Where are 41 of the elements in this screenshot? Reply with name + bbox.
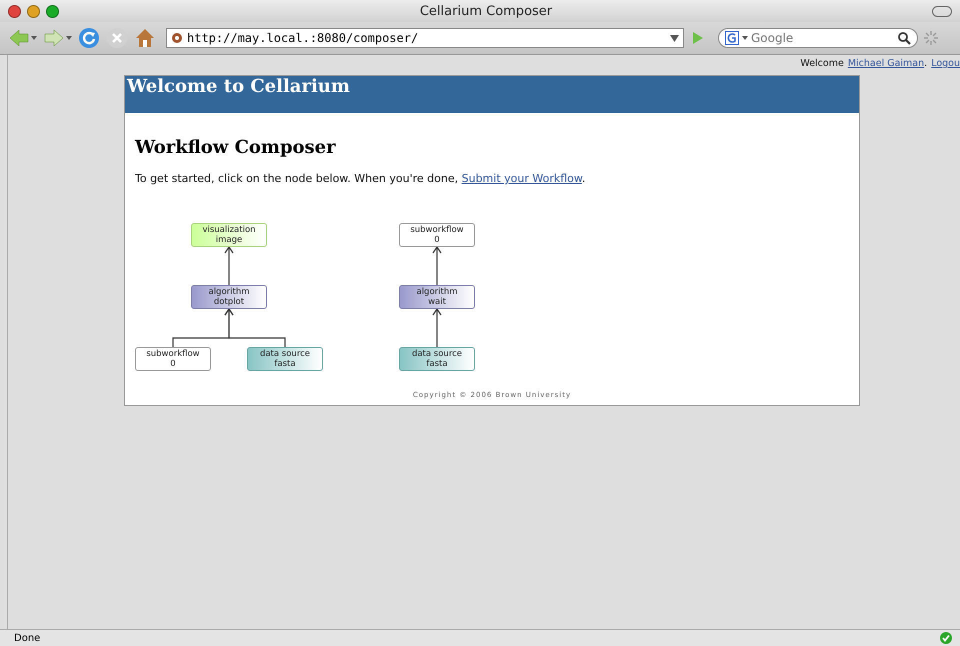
check-icon [940, 632, 952, 644]
welcome-text: Welcome [800, 58, 844, 69]
workflow-node[interactable]: data source fasta [247, 347, 323, 371]
search-field[interactable]: Google [751, 31, 895, 45]
workflow-node[interactable]: subworkflow 0 [135, 347, 211, 371]
search-bar[interactable]: Google [718, 28, 918, 48]
forward-button[interactable] [43, 29, 72, 47]
caret-icon[interactable] [31, 36, 37, 40]
connector-arrow [224, 308, 286, 347]
search-engine-icon[interactable] [725, 31, 739, 45]
connector-arrow [432, 308, 442, 347]
home-icon[interactable] [134, 27, 156, 49]
connector-arrow [432, 246, 442, 285]
site-banner: Welcome to Cellarium [125, 76, 859, 113]
address-bar[interactable]: http://may.local.:8080/composer/ [166, 28, 684, 48]
logout-link[interactable]: Logou [931, 58, 960, 69]
toolbar-toggle-icon[interactable] [932, 6, 952, 16]
dropdown-icon[interactable] [670, 34, 679, 42]
submit-workflow-link[interactable]: Submit your Workflow [462, 172, 582, 185]
address-field[interactable]: http://may.local.:8080/composer/ [187, 31, 666, 45]
workflow-node[interactable]: visualization image [191, 223, 267, 247]
page-heading: Workflow Composer [135, 137, 337, 158]
caret-icon[interactable] [66, 36, 72, 40]
workflow-node[interactable]: algorithm wait [399, 285, 475, 309]
intro-text: To get started, click on the node below. When you're done, Submit your Workflow. [135, 172, 586, 185]
search-icon[interactable] [898, 32, 911, 44]
loading-spinner-icon [924, 31, 938, 45]
back-button[interactable] [8, 29, 37, 47]
separator-text: . [924, 58, 928, 69]
zoom-icon[interactable] [46, 4, 59, 18]
connector-arrow [224, 246, 234, 285]
status-text: Done [14, 632, 40, 644]
reload-icon[interactable] [78, 27, 100, 49]
minimize-icon[interactable] [27, 4, 40, 18]
workflow-node[interactable]: data source fasta [399, 347, 475, 371]
window-title: Cellarium Composer [418, 4, 554, 18]
close-icon[interactable] [8, 4, 21, 18]
caret-icon[interactable] [742, 36, 748, 40]
workflow-node[interactable]: algorithm dotplot [191, 285, 267, 309]
user-link[interactable]: Michael Gaiman [848, 58, 924, 69]
workflow-node[interactable]: subworkflow 0 [399, 223, 475, 247]
